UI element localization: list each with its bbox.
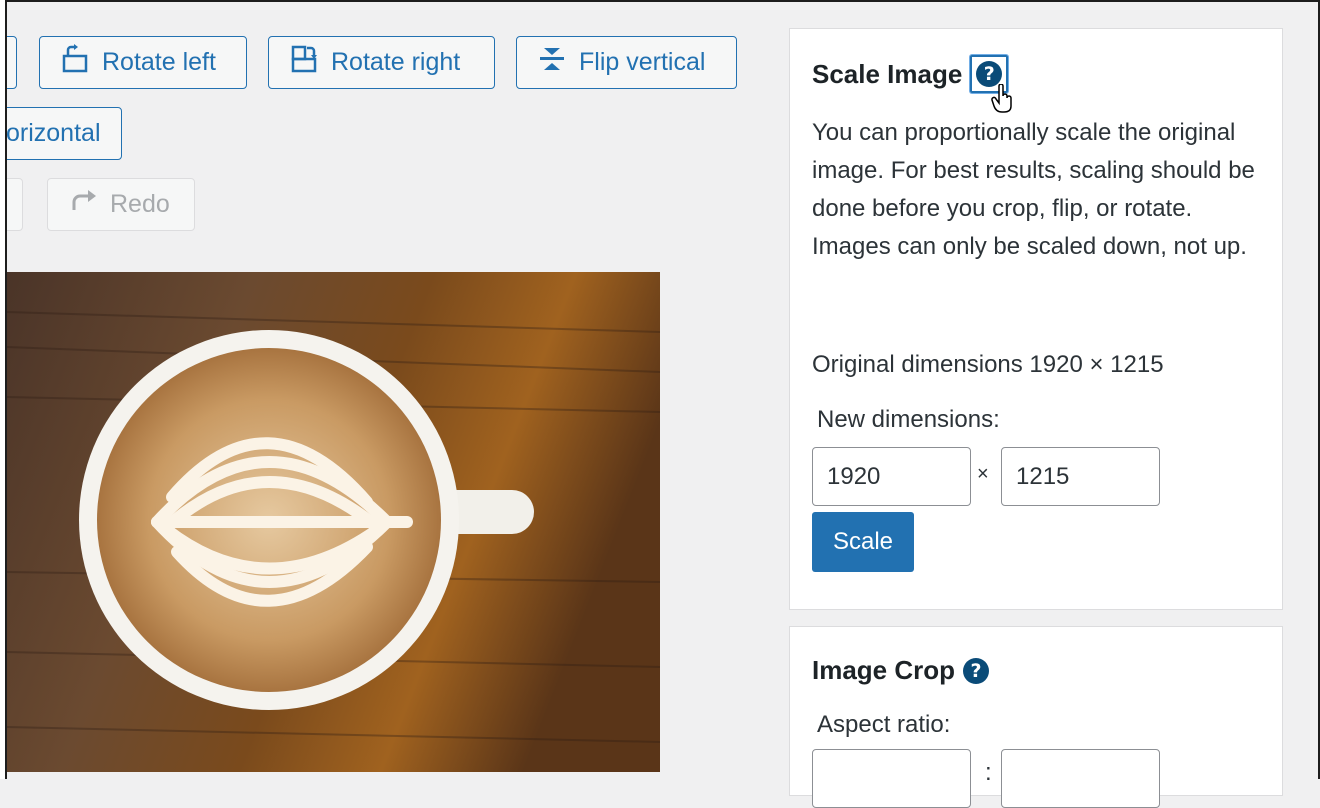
- aspect-ratio-label: Aspect ratio:: [817, 711, 951, 738]
- scale-image-title: Scale Image: [812, 58, 963, 89]
- flip-vertical-icon: [537, 44, 567, 81]
- flip-vertical-label: Flip vertical: [579, 48, 706, 76]
- scale-button[interactable]: Scale: [812, 512, 914, 572]
- image-crop-title: Image Crop: [812, 655, 956, 685]
- scale-description: You can proportionally scale the origina…: [812, 119, 1255, 260]
- rotate-left-label: Rotate left: [102, 48, 216, 76]
- crop-help-icon[interactable]: ?: [963, 657, 990, 684]
- scale-image-heading: Scale Image ?: [812, 55, 1009, 93]
- rotate-left-button[interactable]: Rotate left: [39, 36, 247, 89]
- redo-label: Redo: [110, 190, 170, 218]
- original-dimensions: Original dimensions 1920 × 1215: [812, 351, 1164, 378]
- scale-height-input[interactable]: 1215: [1001, 447, 1160, 506]
- rotate-left-icon: [60, 44, 90, 81]
- flip-horizontal-label: orizontal: [6, 119, 101, 147]
- new-dimensions-label: New dimensions:: [817, 406, 1000, 433]
- scale-image-panel: Scale Image ? You can proportionally sca…: [789, 28, 1283, 610]
- image-crop-panel: Image Crop ? Aspect ratio: :: [789, 626, 1283, 808]
- window-border-left: [0, 0, 7, 779]
- rotate-right-button[interactable]: Rotate right: [268, 36, 495, 89]
- image-crop-heading: Image Crop ?: [812, 655, 990, 686]
- scale-width-input[interactable]: 1920: [812, 447, 971, 506]
- rotate-right-icon: [289, 44, 319, 81]
- coffee-cup-image: [7, 272, 660, 772]
- flip-horizontal-button[interactable]: orizontal: [0, 107, 122, 160]
- rotate-right-label: Rotate right: [331, 48, 461, 76]
- redo-button[interactable]: Redo: [47, 178, 195, 231]
- redo-icon: [70, 188, 98, 221]
- aspect-ratio-separator: :: [985, 759, 992, 786]
- flip-vertical-button[interactable]: Flip vertical: [516, 36, 737, 89]
- window-border-top: [0, 0, 1320, 2]
- image-preview[interactable]: [7, 272, 660, 772]
- dimension-separator: ×: [977, 463, 989, 485]
